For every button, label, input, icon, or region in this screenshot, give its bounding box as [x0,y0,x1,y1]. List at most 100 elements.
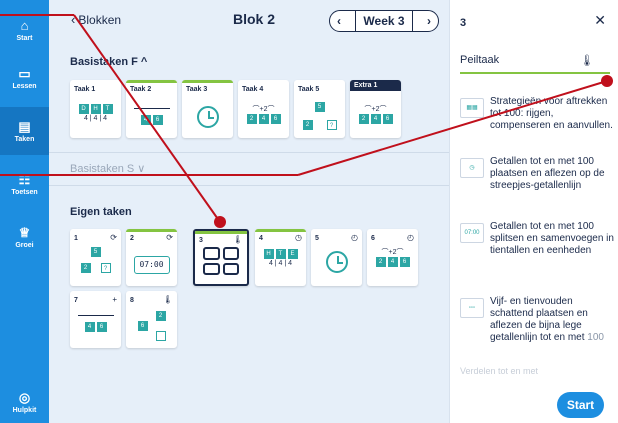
nav-label: Groei [15,241,34,249]
presentation-icon: ▭ [18,65,31,81]
task-card[interactable]: Taak 3 [182,80,233,138]
nav-label: Start [16,34,33,42]
page-title: Blok 2 [233,11,276,27]
thermometer-icon: 🌡 [162,295,173,304]
goal-text-wrap: Vijf- en tienvouden schattend plaatsen e… [490,296,614,344]
divider [355,11,357,31]
task-label: 3 [199,237,203,244]
task-card-extra[interactable]: Extra 1 ⌒+2⌒ 246 [350,80,401,138]
task-label: 4 [259,235,263,242]
thermometer-icon: 🌡 [580,55,594,67]
task-card[interactable]: Taak 5 5 2? [294,80,345,138]
task-label: Taak 3 [186,86,208,93]
detail-panel: 3 ✕ Peiltaak 🌡 ▦▦ Strategieën voor aftre… [449,0,618,423]
split-tree-icon: 5 2? [80,247,112,273]
chevron-left-icon: ‹ [71,12,76,27]
place-value-icon: DHT 4 | 4 | 4 [76,104,116,122]
clock-icon: ◷ [460,158,484,178]
task-card[interactable]: Taak 1 DHT 4 | 4 | 4 [70,80,121,138]
divider [49,152,449,153]
lifebuoy-icon: ◎ [18,389,31,405]
week-selector: ‹ Week 3 › [329,10,439,32]
task-label: 1 [74,235,78,242]
main-content: ‹ Blokken Blok 2 ‹ Week 3 › Basistaken F… [49,0,449,423]
split-tree-icon: 5 2? [302,102,338,130]
back-link[interactable]: ‹ Blokken [71,12,121,27]
task-label: 8 [130,297,134,304]
clock-icon [196,106,219,128]
task-label: Taak 2 [130,86,152,93]
task-label: 6 [371,235,375,242]
week-label: Week 3 [363,14,405,28]
divider [411,11,413,31]
progress-bar [255,229,306,232]
grid-icon [203,247,239,275]
nav-label: Taken [14,135,35,143]
place-value-icon: ▦▦ [460,98,484,118]
task-card[interactable]: Taak 2 46 [126,80,177,138]
task-label: Taak 5 [298,86,320,93]
chevron-right-icon[interactable]: › [420,14,438,28]
number-line-icon: 46 [77,311,114,332]
chevron-left-icon[interactable]: ‹ [330,14,348,28]
nav-item-lessen[interactable]: ▭ Lessen [0,54,49,102]
nav-item-start[interactable]: ⌂ Start [0,6,49,54]
section-basis-f[interactable]: Basistaken F ^ [70,56,147,68]
nav-item-groei[interactable]: ♕ Groei [0,213,49,261]
goal-text: Getallen tot en met 100 plaatsen en afle… [490,156,605,191]
repeat-icon: ⟳ [110,233,117,242]
thermometer-icon: 🌡 [232,235,243,244]
progress-icon: ◴ [351,233,358,242]
task-card[interactable]: 4 ◷ HTE 4 | 4 | 4 [255,229,306,286]
divider [49,185,449,186]
goal-text: Strategieën voor aftrekken tot 100: rijg… [490,96,613,131]
start-button[interactable]: Start [557,392,604,418]
task-label: Taak 1 [74,86,96,93]
task-label: Taak 4 [242,86,264,93]
nav-label: Lessen [12,82,37,90]
section-basis-s[interactable]: Basistaken S ∨ [70,162,145,175]
test-icon: ☷ [18,171,31,187]
panel-task-number: 3 [460,17,467,29]
task-card[interactable]: Taak 4 ⌒+2⌒ 246 [238,80,289,138]
nav-item-taken[interactable]: ▤ Taken [0,107,49,155]
left-nav: ⌂ Start ▭ Lessen ▤ Taken ☷ Toetsen ♕ Gro… [0,0,49,423]
digital-clock-icon: 07:00 [460,223,484,243]
goal-text: Getallen tot en met 100 splitsen en same… [490,221,614,256]
progress-icon: ◴ [407,233,414,242]
faded-goal-text: Verdelen tot en met [460,366,539,376]
place-value-icon: HTE 4 | 4 | 4 [261,249,301,267]
task-card[interactable]: 2 ⟳ 07:00 [126,229,177,286]
nav-item-hulpkit[interactable]: ◎ Hulpkit [0,378,49,423]
task-label: 7 [74,297,78,304]
clock-icon [325,251,348,273]
number-line-icon: 46 [133,102,170,125]
task-card[interactable]: 6 ◴ ⌒+2⌒ 246 [367,229,418,286]
task-card[interactable]: 5 ◴ [311,229,362,286]
task-label: 2 [130,235,134,242]
goal-text-tail: 100 [587,332,604,343]
repeat-icon: ⟳ [166,233,173,242]
section-eigen: Eigen taken [70,206,132,218]
progress-bar [126,229,177,232]
plus-icon: + [112,295,117,304]
task-label: 5 [315,235,319,242]
panel-subtitle: Peiltaak [460,54,500,66]
goal-text: Vijf- en tienvouden schattend plaatsen e… [490,296,588,343]
growth-icon: ♕ [18,224,31,240]
jump-icon: ⌒+2⌒ 246 [356,104,396,124]
task-card-selected[interactable]: 3 🌡 [193,229,249,286]
split-tree-icon: 2 6 [137,311,167,341]
nav-item-toetsen[interactable]: ☷ Toetsen [0,160,49,208]
task-card[interactable]: 8 🌡 2 6 [126,291,177,348]
progress-bar [182,80,233,83]
progress-bar [195,231,247,234]
home-icon: ⌂ [20,17,29,33]
jump-icon: ⌒+2⌒ 246 [373,247,413,267]
back-label: Blokken [78,12,122,27]
nav-label: Hulpkit [12,406,37,414]
task-card[interactable]: 7 + 46 [70,291,121,348]
task-card[interactable]: 1 ⟳ 5 2? [70,229,121,286]
jump-icon: ▫▫▫ [460,298,484,318]
close-icon[interactable]: ✕ [594,12,606,29]
